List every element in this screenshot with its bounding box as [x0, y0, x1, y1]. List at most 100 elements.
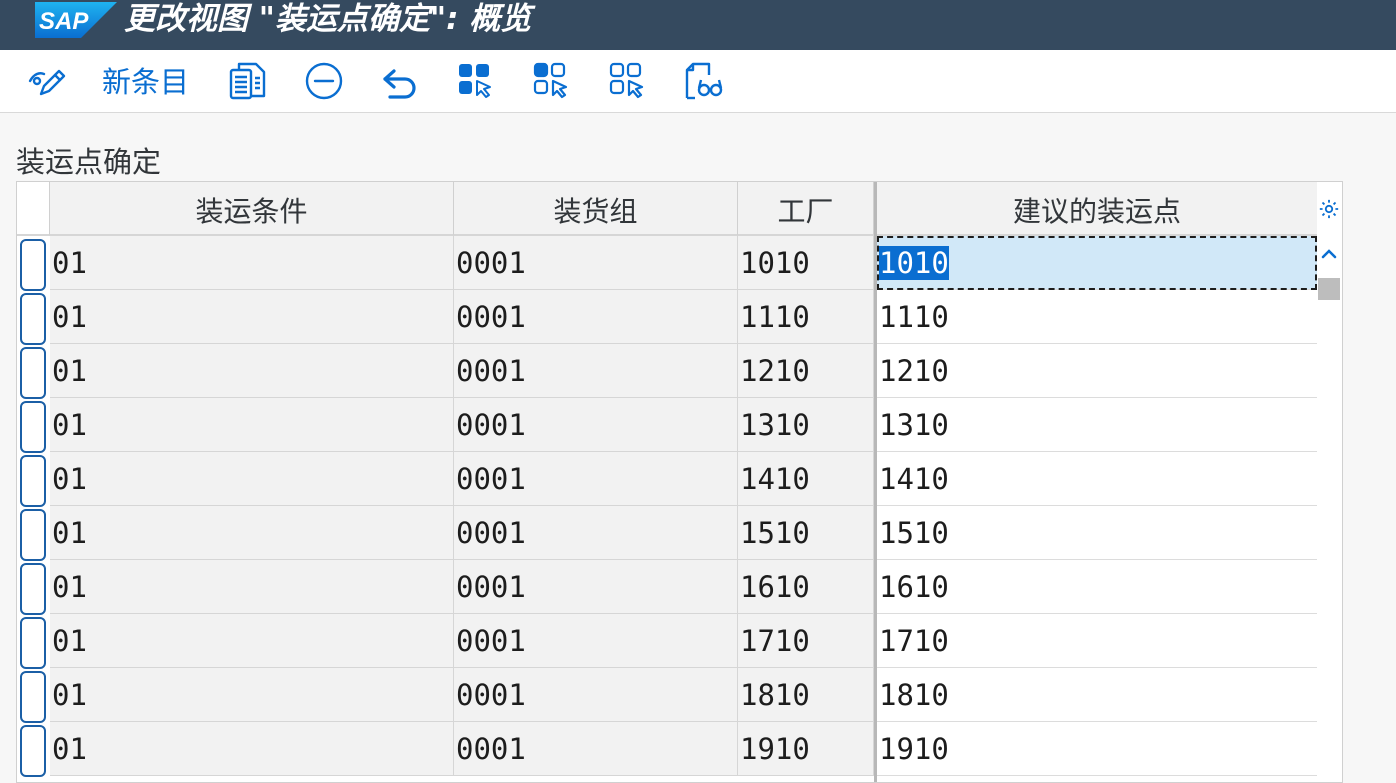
- cell-proposed-shipping-point-input[interactable]: 1310: [877, 398, 1317, 452]
- cell-loading-group: 0001: [454, 452, 738, 506]
- cell-shipping-condition: 01: [50, 614, 454, 668]
- row-selector[interactable]: [20, 617, 46, 669]
- cell-shipping-condition: 01: [50, 722, 454, 776]
- vertical-scrollbar-thumb[interactable]: [1318, 278, 1340, 300]
- table-row: 01 0001 1510 1510: [17, 506, 1317, 561]
- column-header-proposed-shipping-point[interactable]: 建议的装运点: [877, 182, 1317, 236]
- delete-button[interactable]: [304, 61, 344, 101]
- table-row: 01 0001 1010 1010: [17, 236, 1317, 291]
- cell-proposed-shipping-point-input[interactable]: 1510: [877, 506, 1317, 560]
- table-row: 01 0001 1810 1810: [17, 668, 1317, 723]
- row-selector[interactable]: [20, 347, 46, 399]
- cell-value: 01: [52, 246, 87, 280]
- undo-icon: [383, 69, 416, 99]
- cell-value: 01: [52, 678, 87, 712]
- cell-proposed-shipping-point-input[interactable]: 1710: [877, 614, 1317, 668]
- select-block-button[interactable]: [532, 61, 572, 101]
- application-toolbar: 新条目: [0, 50, 1396, 113]
- column-header-loading-group[interactable]: 装货组: [454, 182, 738, 236]
- cell-loading-group: 0001: [454, 290, 738, 344]
- column-header-plant[interactable]: 工厂: [738, 182, 874, 236]
- row-selector[interactable]: [20, 671, 46, 723]
- sap-logo: SAP: [35, 2, 117, 38]
- cell-loading-group: 0001: [454, 398, 738, 452]
- cell-proposed-shipping-point-input[interactable]: 1410: [877, 452, 1317, 506]
- row-selector[interactable]: [20, 509, 46, 561]
- window-title: 更改视图 "装运点确定": 概览: [124, 1, 532, 37]
- select-all-button[interactable]: [456, 61, 496, 101]
- row-selector[interactable]: [20, 455, 46, 507]
- cell-value: 01: [52, 354, 87, 388]
- cell-value: 0001: [456, 678, 526, 712]
- table-row: 01 0001 1610 1610: [17, 560, 1317, 615]
- cell-proposed-shipping-point-input[interactable]: 1210: [877, 344, 1317, 398]
- data-table: 装运条件 装货组 工厂 建议的装运点 01 0001 1010 1010 01 0001 1…: [16, 181, 1343, 783]
- cell-value: 1310: [879, 408, 949, 442]
- display-change-icon: [28, 69, 66, 96]
- cell-value: 1810: [879, 678, 949, 712]
- copy-as-button[interactable]: [228, 61, 268, 101]
- cell-value: 1710: [879, 624, 949, 658]
- cell-loading-group: 0001: [454, 668, 738, 722]
- row-selector[interactable]: [20, 239, 46, 291]
- cell-proposed-shipping-point-input[interactable]: 1810: [877, 668, 1317, 722]
- cell-value: 0001: [456, 732, 526, 766]
- table-row: 01 0001 1210 1210: [17, 344, 1317, 399]
- column-header-shipping-condition[interactable]: 装运条件: [50, 182, 454, 236]
- cell-proposed-shipping-point-input[interactable]: 1910: [877, 722, 1317, 776]
- select-block-icon: [533, 62, 568, 99]
- cell-value: 1210: [879, 354, 949, 388]
- row-selector[interactable]: [20, 293, 46, 345]
- deselect-all-icon: [609, 62, 644, 99]
- cell-value: 0001: [456, 570, 526, 604]
- cell-plant: 1510: [738, 506, 874, 560]
- scroll-up-icon[interactable]: [1318, 246, 1340, 262]
- cell-value: 1410: [879, 462, 949, 496]
- row-selector[interactable]: [20, 563, 46, 615]
- cell-value: 1510: [740, 516, 810, 550]
- cell-value: 0001: [456, 354, 526, 388]
- print-preview-button[interactable]: [684, 61, 724, 101]
- cell-proposed-shipping-point-input[interactable]: 1110: [877, 290, 1317, 344]
- cell-plant: 1810: [738, 668, 874, 722]
- display-change-button[interactable]: [26, 61, 66, 101]
- cell-proposed-shipping-point-input[interactable]: 1010: [877, 236, 1317, 290]
- new-entries-button[interactable]: 新条目: [102, 62, 189, 102]
- sap-logo-text: SAP: [39, 8, 89, 35]
- cell-plant: 1110: [738, 290, 874, 344]
- cell-value: 0001: [456, 516, 526, 550]
- row-selector[interactable]: [20, 401, 46, 453]
- delete-icon: [305, 62, 343, 100]
- cell-proposed-shipping-point-input[interactable]: 1610: [877, 560, 1317, 614]
- select-all-rows-header[interactable]: [17, 182, 50, 236]
- cell-loading-group: 0001: [454, 560, 738, 614]
- table-row: 01 0001 1110 1110: [17, 290, 1317, 345]
- deselect-all-button[interactable]: [608, 61, 648, 101]
- cell-loading-group: 0001: [454, 722, 738, 776]
- cell-value: 1010: [740, 246, 810, 280]
- cell-shipping-condition: 01: [50, 452, 454, 506]
- section-title: 装运点确定: [16, 145, 162, 179]
- cell-value: 01: [52, 462, 87, 496]
- cell-plant: 1210: [738, 344, 874, 398]
- cell-shipping-condition: 01: [50, 344, 454, 398]
- undo-button[interactable]: [380, 61, 420, 101]
- cell-plant: 1410: [738, 452, 874, 506]
- cell-value: 1510: [879, 516, 949, 550]
- cell-plant: 1310: [738, 398, 874, 452]
- cell-plant: 1610: [738, 560, 874, 614]
- cell-value: 1610: [879, 570, 949, 604]
- cell-value: 1110: [879, 300, 949, 334]
- row-selector[interactable]: [20, 725, 46, 777]
- table-row: 01 0001 1310 1310: [17, 398, 1317, 453]
- cell-value: 0001: [456, 246, 526, 280]
- cell-value: 1810: [740, 678, 810, 712]
- table-settings-icon[interactable]: [1318, 198, 1340, 220]
- cell-value: 0001: [456, 462, 526, 496]
- cell-value: 1310: [740, 408, 810, 442]
- cell-value: 01: [52, 732, 87, 766]
- cell-value: 1410: [740, 462, 810, 496]
- cell-shipping-condition: 01: [50, 506, 454, 560]
- cell-shipping-condition: 01: [50, 236, 454, 290]
- print-preview-icon: [685, 62, 723, 100]
